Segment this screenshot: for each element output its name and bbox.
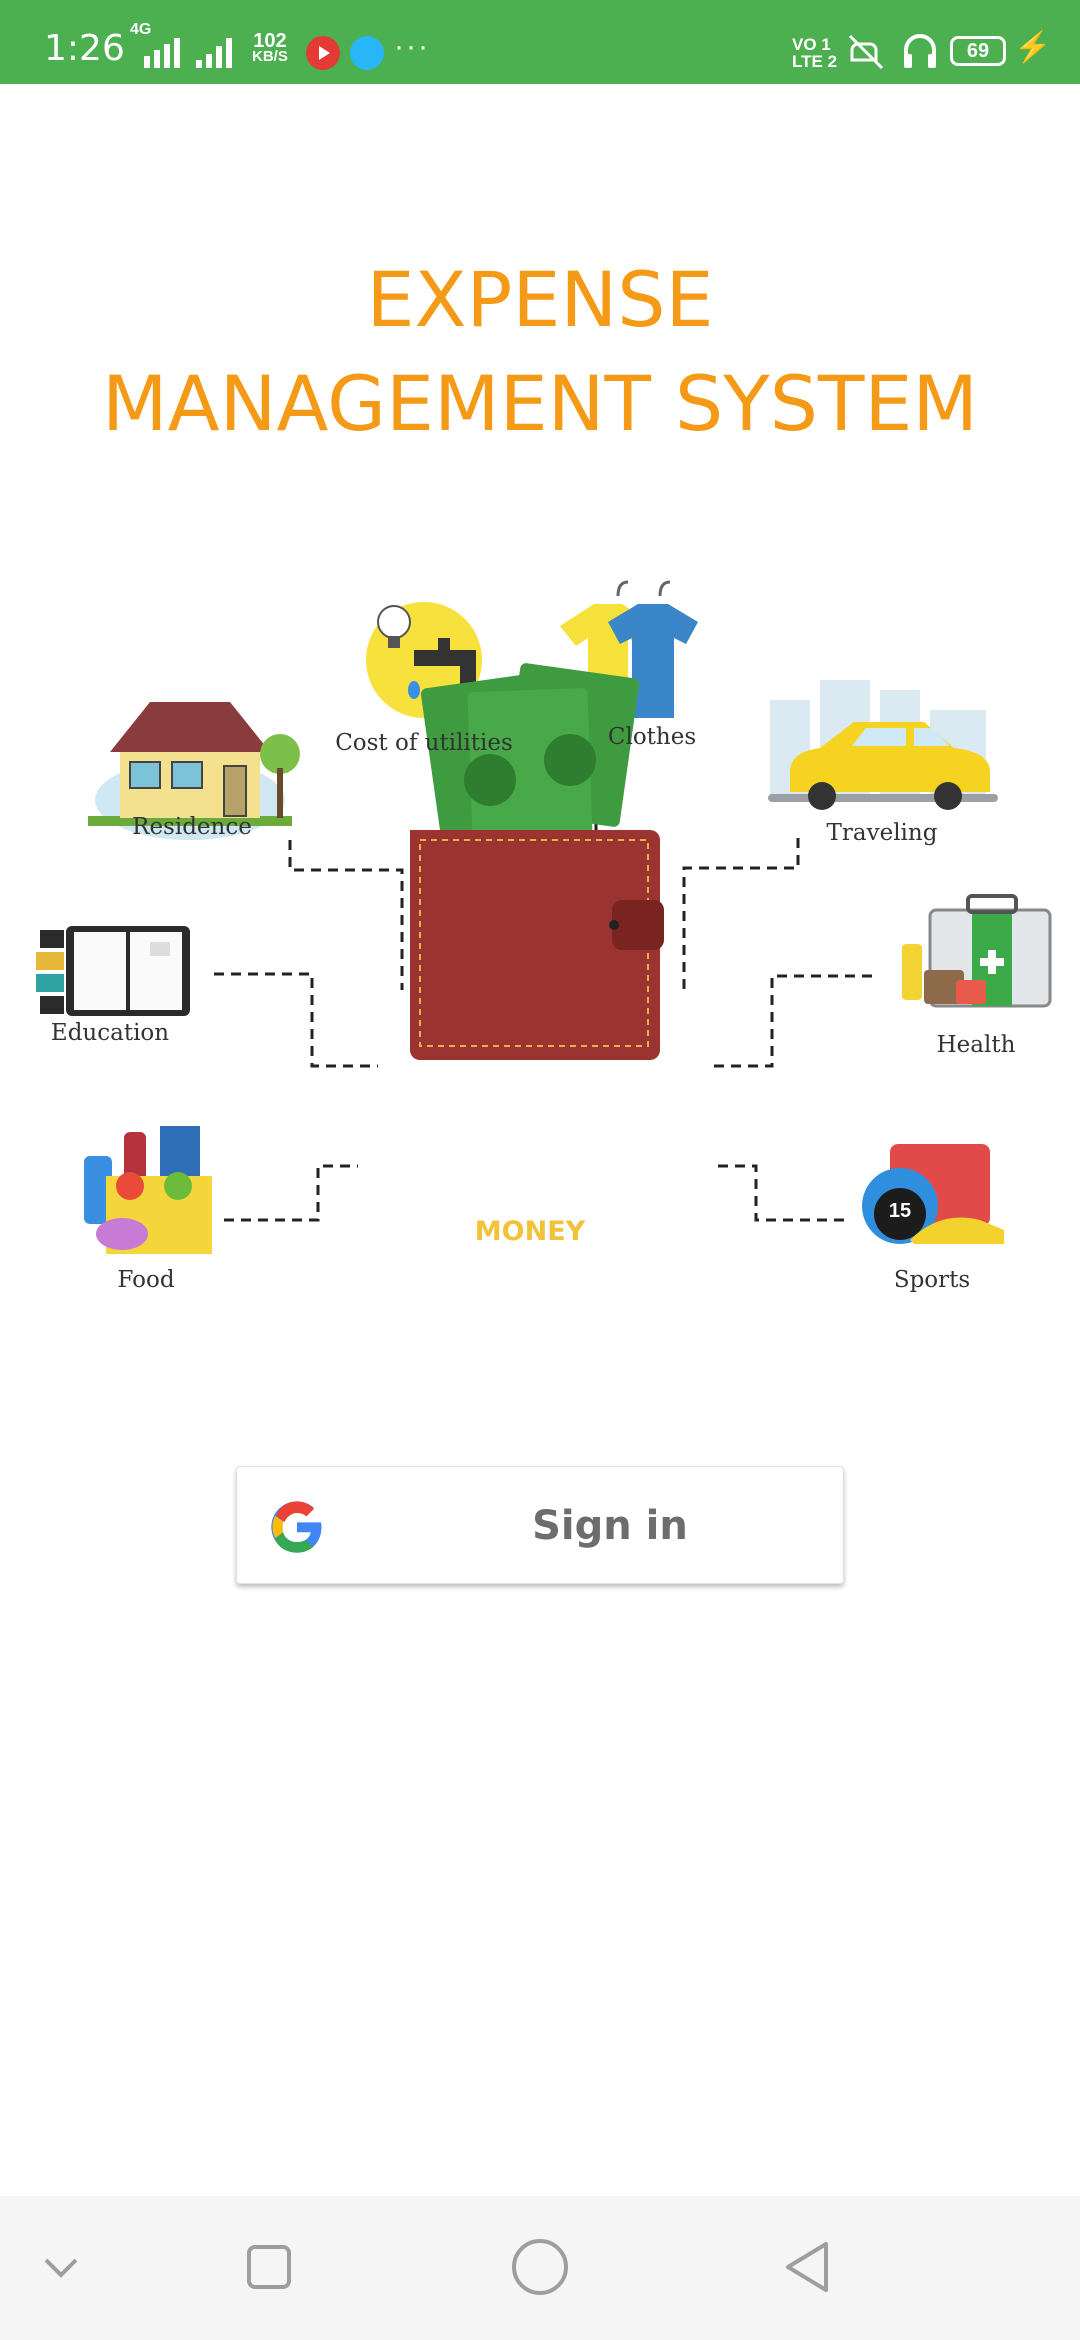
network-speed: 102 KB/S	[252, 30, 288, 65]
more-notifications-icon: ···	[394, 30, 430, 63]
headphones-icon	[904, 34, 936, 68]
title-line-2: MANAGEMENT SYSTEM	[102, 359, 978, 448]
volte-indicator: VO 1 LTE 2	[792, 35, 838, 71]
app-title: EXPENSE MANAGEMENT SYSTEM	[0, 248, 1080, 456]
navigation-bar	[0, 2196, 1080, 2340]
signal-icon	[144, 38, 232, 68]
network-type: 4G	[130, 21, 152, 38]
google-signin-button[interactable]: Sign in	[236, 1466, 844, 1584]
title-line-1: EXPENSE	[366, 255, 714, 344]
books-icon	[36, 926, 190, 1016]
charging-icon: ⚡	[1014, 31, 1052, 64]
category-health: Health	[936, 1032, 1016, 1058]
food-basket-icon	[84, 1126, 212, 1254]
expense-categories-illustration: Residence Cost of utilities Clothes Trav…	[0, 540, 1080, 1340]
category-traveling: Traveling	[826, 820, 938, 846]
category-clothes: Clothes	[607, 724, 697, 750]
sports-equipment-icon	[862, 1144, 1004, 1244]
battery-level: 69	[950, 36, 1006, 66]
signin-label: Sign in	[532, 1503, 688, 1549]
category-education: Education	[50, 1020, 170, 1046]
home-circle-icon[interactable]	[505, 2232, 575, 2302]
category-utilities: Cost of utilities	[335, 730, 513, 756]
recent-apps-square-icon[interactable]	[234, 2232, 304, 2302]
category-sports: Sports	[893, 1267, 971, 1293]
google-logo-icon	[271, 1501, 322, 1553]
category-food: Food	[117, 1267, 175, 1293]
car-icon	[768, 680, 998, 810]
health-kit-icon	[902, 894, 1052, 1008]
status-time: 1:26	[44, 28, 125, 69]
chat-notification-icon	[350, 36, 384, 70]
status-bar: 1:26 4G 102 KB/S ··· VO 1 LTE 2 69 ⚡	[0, 0, 1080, 84]
sports-weight-badge: 15	[888, 1200, 912, 1222]
hide-nav-chevron-down-icon[interactable]	[26, 2232, 96, 2302]
vibrate-mute-icon	[848, 34, 884, 70]
youtube-notification-icon	[306, 36, 340, 70]
wallet-money-label: MONEY	[474, 1216, 586, 1247]
category-residence: Residence	[132, 814, 252, 840]
back-triangle-icon[interactable]	[774, 2232, 844, 2302]
money-wallet-icon	[410, 663, 664, 1060]
